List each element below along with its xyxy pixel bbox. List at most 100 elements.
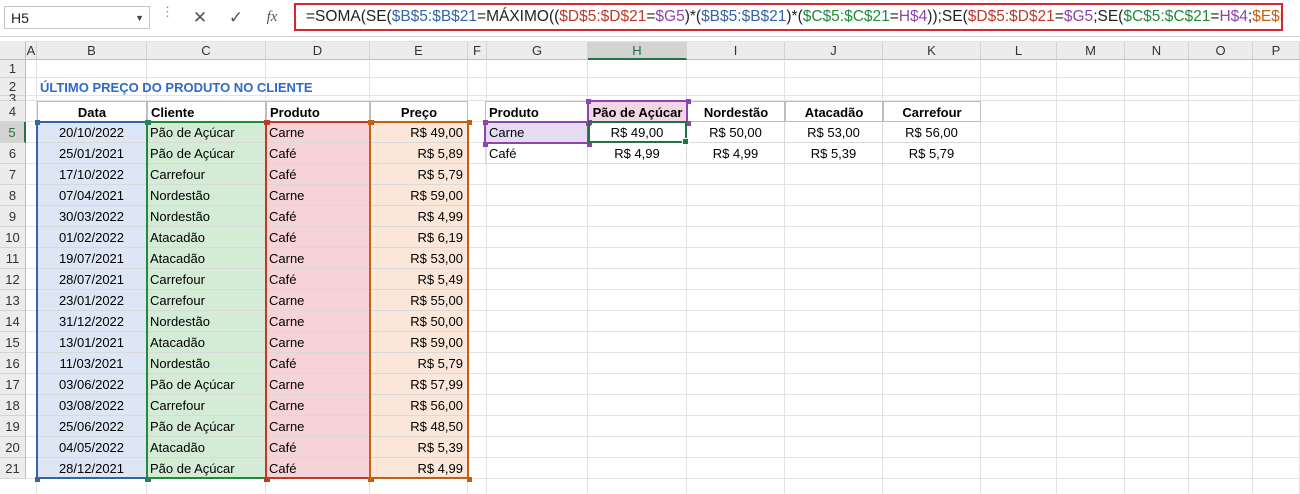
table-cell[interactable]: Carrefour <box>147 395 266 416</box>
active-cell-outline[interactable] <box>588 121 689 145</box>
column-header-b[interactable]: B <box>37 41 147 60</box>
column-header-i[interactable]: I <box>687 41 785 60</box>
table-cell[interactable]: R$ 5,39 <box>370 437 468 458</box>
table-cell[interactable]: 01/02/2022 <box>37 227 147 248</box>
drag-handle-icon[interactable]: ⋮ <box>161 5 174 18</box>
table-cell[interactable]: R$ 5,79 <box>883 143 981 164</box>
table-cell[interactable]: R$ 5,79 <box>370 164 468 185</box>
table-cell[interactable]: R$ 49,00 <box>370 122 468 143</box>
row-header-12[interactable]: 12 <box>0 269 26 290</box>
table-cell[interactable]: R$ 4,99 <box>370 458 468 479</box>
table-cell[interactable]: Atacadão <box>147 248 266 269</box>
column-header-k[interactable]: K <box>883 41 981 60</box>
table-cell[interactable]: Carne <box>266 332 370 353</box>
table-cell[interactable]: 28/07/2021 <box>37 269 147 290</box>
table-cell[interactable]: Carrefour <box>147 164 266 185</box>
row-header-17[interactable]: 17 <box>0 374 26 395</box>
table-cell[interactable]: Pão de Açúcar <box>147 374 266 395</box>
table-cell[interactable]: 03/08/2022 <box>37 395 147 416</box>
table-cell[interactable]: Carrefour <box>147 269 266 290</box>
table-cell[interactable]: Pão de Açúcar <box>147 416 266 437</box>
table-cell[interactable]: Café <box>266 458 370 479</box>
column-header-o[interactable]: O <box>1189 41 1253 60</box>
table-cell[interactable]: 19/07/2021 <box>37 248 147 269</box>
table-cell[interactable]: Café <box>266 353 370 374</box>
table-cell[interactable]: 20/10/2022 <box>37 122 147 143</box>
table-cell[interactable]: Nordestão <box>147 311 266 332</box>
column-header-p[interactable]: P <box>1253 41 1300 60</box>
row-header-21[interactable]: 21 <box>0 458 26 479</box>
table-cell[interactable]: Pão de Açúcar <box>147 458 266 479</box>
name-box[interactable]: H5 ▼ <box>4 6 150 29</box>
column-header-a[interactable]: A <box>26 41 37 60</box>
table-cell[interactable]: R$ 59,00 <box>370 185 468 206</box>
table-cell[interactable]: 13/01/2021 <box>37 332 147 353</box>
table-cell[interactable]: R$ 4,99 <box>370 206 468 227</box>
table-cell[interactable]: 30/03/2022 <box>37 206 147 227</box>
table-cell[interactable]: Carne <box>266 290 370 311</box>
column-header-e[interactable]: E <box>370 41 468 60</box>
column-header-n[interactable]: N <box>1125 41 1189 60</box>
table-cell[interactable]: Carne <box>266 122 370 143</box>
table-cell[interactable]: Atacadão <box>147 227 266 248</box>
table-cell[interactable]: 31/12/2022 <box>37 311 147 332</box>
insert-function-button[interactable]: fx <box>258 6 286 29</box>
table-cell[interactable]: Café <box>266 164 370 185</box>
table-cell[interactable]: 17/10/2022 <box>37 164 147 185</box>
table-cell[interactable]: Pão de Açúcar <box>147 122 266 143</box>
column-header-f[interactable]: F <box>468 41 487 60</box>
row-header-1[interactable]: 1 <box>0 60 26 78</box>
row-header-6[interactable]: 6 <box>0 143 26 164</box>
table-cell[interactable]: 28/12/2021 <box>37 458 147 479</box>
table-cell[interactable]: Café <box>266 227 370 248</box>
row-header-14[interactable]: 14 <box>0 311 26 332</box>
table-cell[interactable]: Carne <box>266 416 370 437</box>
row-header-11[interactable]: 11 <box>0 248 26 269</box>
table-cell[interactable]: R$ 4,99 <box>588 143 687 164</box>
table-cell[interactable]: Carne <box>266 185 370 206</box>
table-cell[interactable]: R$ 5,39 <box>785 143 883 164</box>
table-cell[interactable]: Carne <box>485 122 588 143</box>
table-cell[interactable]: 25/06/2022 <box>37 416 147 437</box>
table-cell[interactable]: Carne <box>266 311 370 332</box>
table-cell[interactable]: 23/01/2022 <box>37 290 147 311</box>
table-cell[interactable]: R$ 50,00 <box>687 122 785 143</box>
table-cell[interactable]: R$ 48,50 <box>370 416 468 437</box>
chevron-down-icon[interactable]: ▼ <box>135 7 144 30</box>
table-cell[interactable]: Atacadão <box>147 437 266 458</box>
check-icon[interactable]: ✓ <box>222 6 250 29</box>
table-cell[interactable]: Nordestão <box>147 185 266 206</box>
table-cell[interactable]: Café <box>266 437 370 458</box>
table-cell[interactable]: R$ 55,00 <box>370 290 468 311</box>
table-cell[interactable]: R$ 5,49 <box>370 269 468 290</box>
table-cell[interactable]: 25/01/2021 <box>37 143 147 164</box>
row-header-16[interactable]: 16 <box>0 353 26 374</box>
table-cell[interactable]: Café <box>266 206 370 227</box>
table-cell[interactable]: R$ 50,00 <box>370 311 468 332</box>
table-cell[interactable]: 11/03/2021 <box>37 353 147 374</box>
table-cell[interactable]: Café <box>266 269 370 290</box>
column-header-c[interactable]: C <box>147 41 266 60</box>
row-header-20[interactable]: 20 <box>0 437 26 458</box>
fill-handle[interactable] <box>682 138 689 145</box>
table-cell[interactable]: Carne <box>266 248 370 269</box>
table-cell[interactable]: Nordestão <box>147 353 266 374</box>
table-cell[interactable]: R$ 59,00 <box>370 332 468 353</box>
table-cell[interactable]: R$ 5,79 <box>370 353 468 374</box>
row-header-19[interactable]: 19 <box>0 416 26 437</box>
table-cell[interactable]: Carne <box>266 374 370 395</box>
row-header-18[interactable]: 18 <box>0 395 26 416</box>
column-header-j[interactable]: J <box>785 41 883 60</box>
table-cell[interactable]: Café <box>485 143 588 164</box>
table-cell[interactable]: R$ 53,00 <box>370 248 468 269</box>
row-header-13[interactable]: 13 <box>0 290 26 311</box>
row-header-10[interactable]: 10 <box>0 227 26 248</box>
close-icon[interactable]: ✕ <box>186 6 214 29</box>
table-cell[interactable]: 03/06/2022 <box>37 374 147 395</box>
table-cell[interactable]: Café <box>266 143 370 164</box>
row-header-4[interactable]: 4 <box>0 101 26 122</box>
select-all-corner[interactable] <box>0 41 26 60</box>
table-cell[interactable]: Carne <box>266 395 370 416</box>
formula-input[interactable]: =SOMA(SE($B$5:$B$21=MÁXIMO(($D$5:$D$21=$… <box>294 3 1283 31</box>
column-header-h[interactable]: H <box>588 41 687 60</box>
